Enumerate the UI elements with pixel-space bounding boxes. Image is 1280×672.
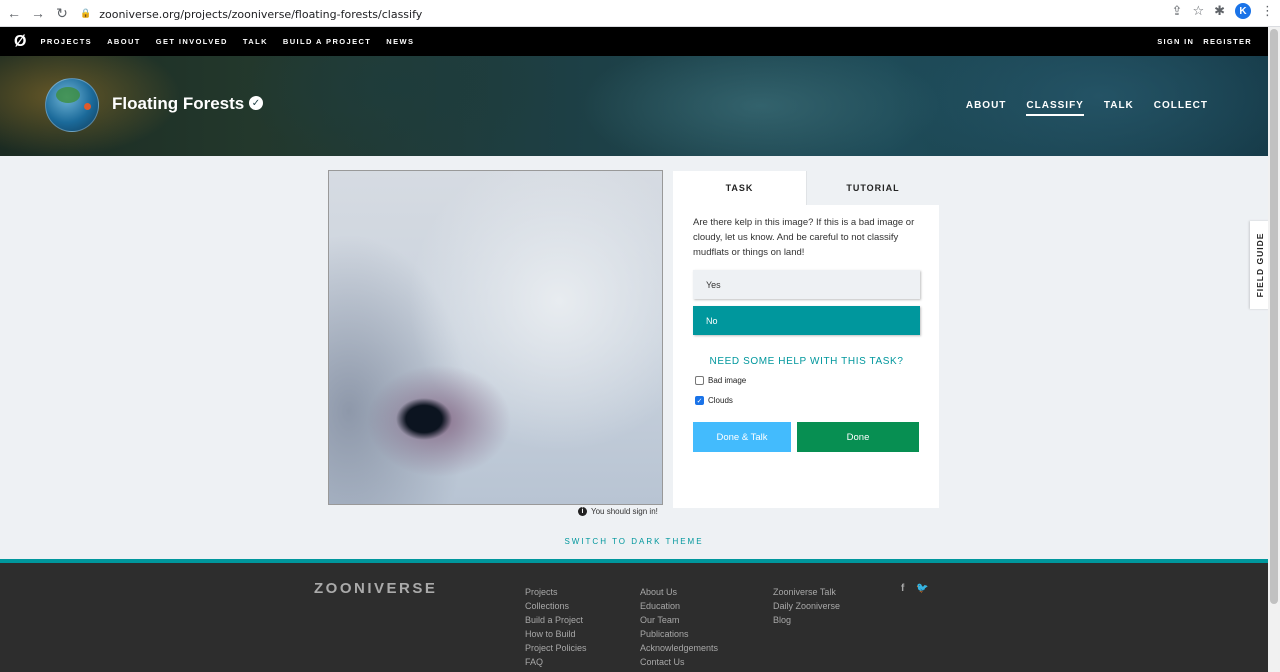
- twitter-icon[interactable]: 🐦: [916, 583, 928, 594]
- project-nav-talk[interactable]: TALK: [1104, 100, 1134, 116]
- footer-logo[interactable]: ZOONIVERSE: [314, 580, 437, 597]
- url-text: zooniverse.org/projects/zooniverse/float…: [99, 7, 423, 21]
- subject-image[interactable]: [328, 170, 663, 505]
- project-title[interactable]: Floating Forests: [112, 94, 244, 114]
- done-button[interactable]: Done: [797, 422, 919, 452]
- done-and-talk-button[interactable]: Done & Talk: [693, 422, 791, 452]
- footer-link[interactable]: Project Policies: [525, 641, 587, 655]
- footer-link[interactable]: Collections: [525, 599, 587, 613]
- footer-link[interactable]: About Us: [640, 585, 718, 599]
- footer-col-talk: Zooniverse Talk Daily Zooniverse Blog: [773, 585, 840, 627]
- footer-link[interactable]: Blog: [773, 613, 840, 627]
- nav-projects[interactable]: PROJECTS: [40, 37, 92, 46]
- field-guide-label: FIELD GUIDE: [1255, 232, 1265, 298]
- star-icon[interactable]: ☆: [1192, 3, 1204, 19]
- footer-link[interactable]: How to Build: [525, 627, 587, 641]
- footer-link[interactable]: Projects: [525, 585, 587, 599]
- task-question: Are there kelp in this image? If this is…: [693, 217, 915, 258]
- project-nav-collect[interactable]: COLLECT: [1154, 100, 1208, 116]
- nav-talk[interactable]: TALK: [243, 37, 268, 46]
- checkbox-empty-icon[interactable]: [695, 376, 704, 385]
- tab-task[interactable]: TASK: [673, 171, 806, 205]
- clouds-label: Clouds: [708, 396, 733, 405]
- site-nav: Ø PROJECTS ABOUT GET INVOLVED TALK BUILD…: [0, 27, 1268, 56]
- share-icon[interactable]: ⇪: [1172, 3, 1183, 19]
- checkbox-checked-icon[interactable]: ✓: [695, 396, 704, 405]
- footer-link[interactable]: FAQ: [525, 655, 587, 669]
- nav-build-a-project[interactable]: BUILD A PROJECT: [283, 37, 371, 46]
- register-link[interactable]: REGISTER: [1203, 37, 1252, 46]
- sign-in-link[interactable]: SIGN IN: [1157, 37, 1194, 46]
- address-bar[interactable]: 🔒 zooniverse.org/projects/zooniverse/flo…: [72, 4, 1162, 24]
- task-help-link[interactable]: NEED SOME HELP WITH THIS TASK?: [693, 356, 920, 367]
- nav-about[interactable]: ABOUT: [107, 37, 141, 46]
- project-nav-classify[interactable]: CLASSIFY: [1026, 100, 1084, 116]
- footer-link[interactable]: Acknowledgements: [640, 641, 718, 655]
- bad-image-label: Bad image: [708, 376, 747, 385]
- nav-get-involved[interactable]: GET INVOLVED: [156, 37, 228, 46]
- tab-tutorial[interactable]: TUTORIAL: [806, 171, 939, 205]
- info-icon: i: [578, 507, 587, 516]
- answer-yes-button[interactable]: Yes: [693, 270, 920, 299]
- field-guide-tab[interactable]: FIELD GUIDE: [1250, 221, 1270, 309]
- forward-icon[interactable]: →: [28, 3, 48, 23]
- footer-link[interactable]: Our Team: [640, 613, 718, 627]
- project-header: Floating Forests ✓ ABOUT CLASSIFY TALK C…: [0, 56, 1268, 156]
- reload-icon[interactable]: ↻: [52, 3, 72, 23]
- project-nav-about[interactable]: ABOUT: [966, 100, 1007, 116]
- project-avatar[interactable]: [45, 78, 99, 132]
- sign-in-warning-text: You should sign in!: [591, 507, 658, 516]
- clouds-checkbox[interactable]: ✓ Clouds: [695, 396, 733, 405]
- site-footer: ZOONIVERSE Projects Collections Build a …: [0, 559, 1268, 672]
- browser-toolbar: ← → ↻ 🔒 zooniverse.org/projects/zooniver…: [0, 0, 1280, 27]
- footer-link[interactable]: Education: [640, 599, 718, 613]
- extensions-icon[interactable]: ✱: [1214, 3, 1225, 19]
- facebook-icon[interactable]: f: [901, 583, 904, 594]
- verified-check-icon: ✓: [249, 96, 263, 110]
- footer-link[interactable]: Zooniverse Talk: [773, 585, 840, 599]
- bad-image-checkbox[interactable]: Bad image: [695, 376, 746, 385]
- page-scrollbar[interactable]: [1268, 27, 1280, 672]
- menu-icon[interactable]: ⋮: [1261, 3, 1274, 19]
- back-icon[interactable]: ←: [4, 3, 24, 23]
- footer-link[interactable]: Build a Project: [525, 613, 587, 627]
- answer-no-button[interactable]: No: [693, 306, 920, 335]
- zooniverse-logo-icon[interactable]: Ø: [14, 33, 26, 51]
- profile-avatar[interactable]: K: [1235, 3, 1251, 19]
- sign-in-warning: i You should sign in!: [578, 507, 658, 516]
- dark-theme-toggle[interactable]: SWITCH TO DARK THEME: [0, 537, 1268, 546]
- lock-icon: 🔒: [80, 9, 92, 19]
- footer-link[interactable]: Daily Zooniverse: [773, 599, 840, 613]
- footer-col-about: About Us Education Our Team Publications…: [640, 585, 718, 669]
- footer-link[interactable]: Publications: [640, 627, 718, 641]
- nav-news[interactable]: NEWS: [386, 37, 414, 46]
- footer-link[interactable]: Contact Us: [640, 655, 718, 669]
- footer-col-projects: Projects Collections Build a Project How…: [525, 585, 587, 669]
- scrollbar-thumb[interactable]: [1270, 29, 1278, 604]
- task-panel: TASK TUTORIAL Are there kelp in this ima…: [673, 171, 939, 508]
